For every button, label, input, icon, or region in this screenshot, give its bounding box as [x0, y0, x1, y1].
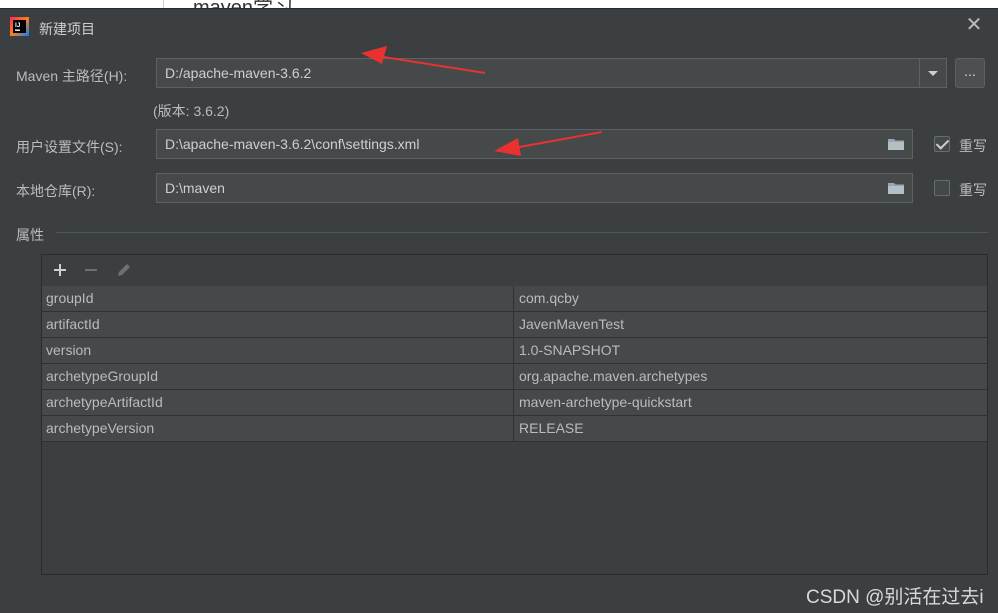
properties-section-label: 属性: [16, 227, 44, 243]
add-icon[interactable]: [50, 260, 70, 280]
table-row[interactable]: archetypeVersion RELEASE: [42, 416, 987, 442]
property-value[interactable]: maven-archetype-quickstart: [514, 390, 987, 415]
table-row[interactable]: version 1.0-SNAPSHOT: [42, 338, 987, 364]
title-bar: [0, 8, 998, 46]
browse-button[interactable]: ...: [955, 58, 985, 88]
local-repo-field[interactable]: D:\maven: [156, 173, 913, 203]
property-key: artifactId: [42, 312, 514, 337]
table-empty-area: [42, 443, 987, 574]
property-key: archetypeArtifactId: [42, 390, 514, 415]
property-key: archetypeVersion: [42, 416, 514, 441]
remove-icon[interactable]: [81, 260, 101, 280]
table-row[interactable]: artifactId JavenMavenTest: [42, 312, 987, 338]
edit-icon[interactable]: [114, 260, 134, 280]
watermark: CSDN @别活在过去i: [806, 587, 984, 608]
maven-home-label: Maven 主路径(H):: [16, 68, 128, 84]
background-window: maven学习: [0, 0, 998, 19]
local-repo-override-label: 重写: [959, 182, 987, 198]
table-row[interactable]: groupId com.qcby: [42, 286, 987, 312]
maven-home-combo[interactable]: D:/apache-maven-3.6.2: [156, 58, 921, 88]
chevron-down-icon: [928, 71, 938, 76]
property-key: groupId: [42, 286, 514, 311]
close-icon[interactable]: ✕: [964, 15, 984, 35]
local-repo-label: 本地仓库(R):: [16, 183, 96, 199]
folder-icon[interactable]: [887, 137, 905, 151]
background-separator: [163, 0, 164, 8]
local-repo-override-checkbox[interactable]: [934, 180, 950, 196]
property-value[interactable]: com.qcby: [514, 286, 987, 311]
dialog-title: 新建项目: [39, 21, 95, 37]
maven-home-dropdown-button[interactable]: [919, 58, 947, 88]
table-row[interactable]: archetypeGroupId org.apache.maven.archet…: [42, 364, 987, 390]
property-value[interactable]: 1.0-SNAPSHOT: [514, 338, 987, 363]
properties-toolbar: [42, 255, 987, 285]
user-settings-override-checkbox[interactable]: [934, 136, 950, 152]
user-settings-override-label: 重写: [959, 138, 987, 154]
property-value[interactable]: org.apache.maven.archetypes: [514, 364, 987, 389]
properties-table: groupId com.qcby artifactId JavenMavenTe…: [42, 286, 987, 442]
section-divider: [56, 232, 988, 233]
svg-text:IJ: IJ: [15, 22, 21, 29]
folder-icon[interactable]: [887, 181, 905, 195]
property-key: archetypeGroupId: [42, 364, 514, 389]
intellij-icon: IJ: [10, 17, 29, 36]
annotation-arrow: [494, 131, 603, 156]
property-value[interactable]: RELEASE: [514, 416, 987, 441]
table-row[interactable]: archetypeArtifactId maven-archetype-quic…: [42, 390, 987, 416]
annotation-arrow: [361, 46, 486, 74]
user-settings-label: 用户设置文件(S):: [16, 139, 123, 155]
property-value[interactable]: JavenMavenTest: [514, 312, 987, 337]
property-key: version: [42, 338, 514, 363]
maven-version-text: (版本: 3.6.2): [153, 103, 230, 119]
